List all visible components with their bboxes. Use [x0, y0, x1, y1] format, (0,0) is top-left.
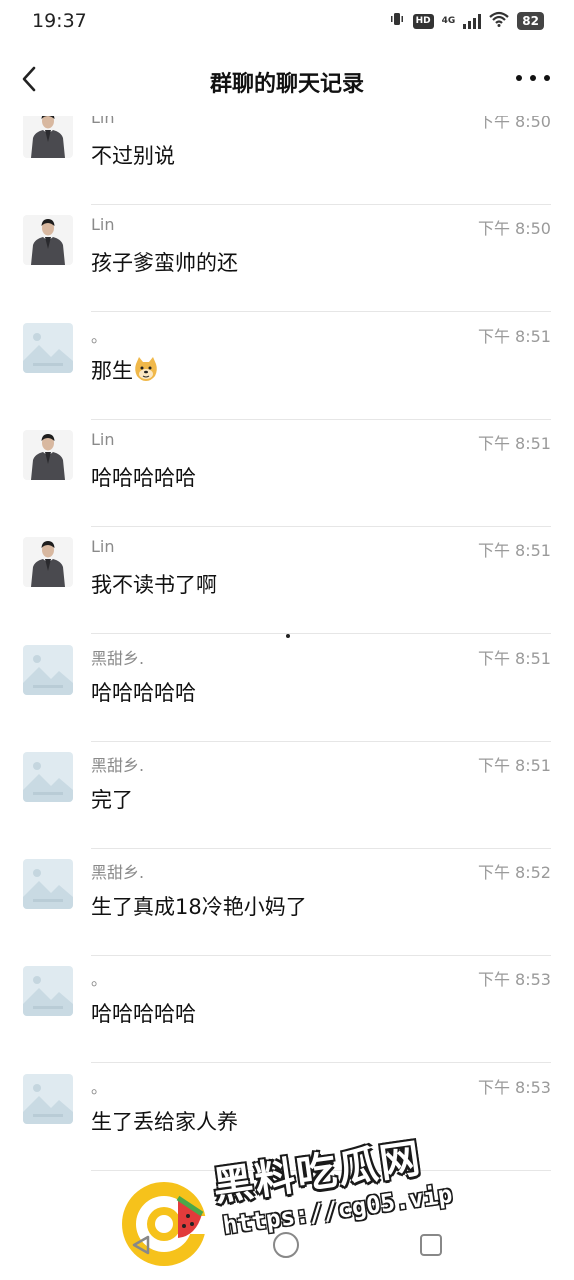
message-text-content: 我不读书了啊: [91, 573, 217, 598]
sender-name: 。: [91, 1077, 108, 1097]
network-indicator: 4G: [441, 15, 456, 26]
wifi-icon: [489, 11, 510, 31]
sender-name: Lin: [91, 537, 115, 557]
status-icons: HD 4G 82: [389, 11, 544, 31]
message-text: 孩子爹蛮帅的还: [91, 247, 238, 277]
message-row[interactable]: 黑甜乡. 下午 8:51 完了: [0, 742, 574, 849]
message-text-content: 那生: [91, 358, 133, 383]
doge-emoji-icon: [135, 356, 157, 381]
vibrate-icon: [389, 11, 405, 31]
nav-recent-button[interactable]: [420, 1234, 442, 1256]
message-time: 下午 8:51: [477, 541, 551, 561]
status-time: 19:37: [32, 10, 87, 32]
system-nav-bar: [0, 1218, 574, 1280]
message-row[interactable]: Lin 下午 8:50 孩子爹蛮帅的还: [0, 205, 574, 313]
message-row[interactable]: 。 下午 8:53 哈哈哈哈哈: [0, 956, 574, 1064]
message-text: 生了丢给家人养: [91, 1106, 238, 1136]
sender-name: 黑甜乡.: [91, 863, 145, 883]
avatar[interactable]: [23, 322, 73, 373]
nav-back-button[interactable]: [130, 1234, 152, 1260]
message-text: 那生: [91, 355, 159, 385]
message-text: 完了: [91, 784, 133, 814]
message-row[interactable]: 。 下午 8:51 那生: [0, 313, 574, 420]
message-time: 下午 8:52: [477, 863, 551, 883]
message-time: 下午 8:51: [477, 755, 551, 775]
signal-icon: [463, 13, 482, 29]
message-text-content: 哈哈哈哈哈: [91, 680, 196, 705]
hd-icon: HD: [412, 13, 434, 29]
sender-name: 。: [91, 326, 108, 346]
avatar[interactable]: [23, 644, 73, 695]
message-time: 下午 8:53: [477, 970, 551, 990]
avatar[interactable]: [23, 215, 73, 266]
battery-icon: 82: [517, 12, 544, 30]
avatar[interactable]: [23, 1073, 73, 1124]
message-text-content: 哈哈哈哈哈: [91, 1002, 196, 1027]
more-dot: [544, 75, 550, 81]
message-text-content: 不过别说: [91, 144, 175, 168]
message-time: 下午 8:53: [477, 1077, 551, 1097]
message-row[interactable]: Lin 下午 8:51 哈哈哈哈哈: [0, 420, 574, 527]
message-row[interactable]: 黑甜乡. 下午 8:52 生了真成18冷艳小妈了: [0, 849, 574, 957]
message-text: 哈哈哈哈哈: [91, 998, 196, 1028]
avatar[interactable]: [23, 751, 73, 802]
sender-name: Lin: [91, 215, 115, 235]
more-button[interactable]: [516, 66, 550, 90]
message-text-content: 生了真成18冷艳小妈了: [91, 895, 307, 920]
network-label: 4G: [441, 15, 456, 26]
message-text-content: 生了丢给家人养: [91, 1109, 238, 1134]
message-row[interactable]: 黑甜乡. 下午 8:51 哈哈哈哈哈: [0, 635, 574, 742]
sender-name: Lin: [91, 429, 115, 449]
sender-name: 。: [91, 970, 108, 990]
message-time: 下午 8:51: [477, 433, 551, 453]
message-time: 下午 8:50: [477, 219, 551, 239]
triangle-back-icon: [132, 1235, 150, 1255]
touch-indicator: [286, 634, 290, 638]
message-text: 不过别说: [91, 140, 175, 170]
message-text: 哈哈哈哈哈: [91, 677, 196, 707]
avatar[interactable]: [23, 537, 73, 588]
message-time: 下午 8:51: [477, 326, 551, 346]
page-title: 群聊的聊天记录: [209, 72, 364, 97]
sender-name: 黑甜乡.: [91, 648, 145, 668]
chat-header: 群聊的聊天记录: [0, 44, 574, 116]
message-text-content: 孩子爹蛮帅的还: [91, 251, 238, 276]
status-bar: 19:37 HD 4G 82: [0, 0, 574, 44]
message-time: 下午 8:51: [477, 648, 551, 668]
sender-name: 黑甜乡.: [91, 755, 145, 775]
message-text-content: 哈哈哈哈哈: [91, 465, 196, 490]
message-text: 生了真成18冷艳小妈了: [91, 891, 307, 921]
more-dot: [530, 75, 536, 81]
avatar[interactable]: [23, 859, 73, 910]
nav-home-button[interactable]: [273, 1232, 299, 1258]
avatar[interactable]: [23, 429, 73, 480]
message-text: 我不读书了啊: [91, 569, 217, 599]
more-dot: [516, 75, 522, 81]
message-text: 哈哈哈哈哈: [91, 462, 196, 492]
message-row[interactable]: Lin 下午 8:51 我不读书了啊: [0, 527, 574, 635]
avatar[interactable]: [23, 966, 73, 1017]
message-text-content: 完了: [91, 787, 133, 812]
